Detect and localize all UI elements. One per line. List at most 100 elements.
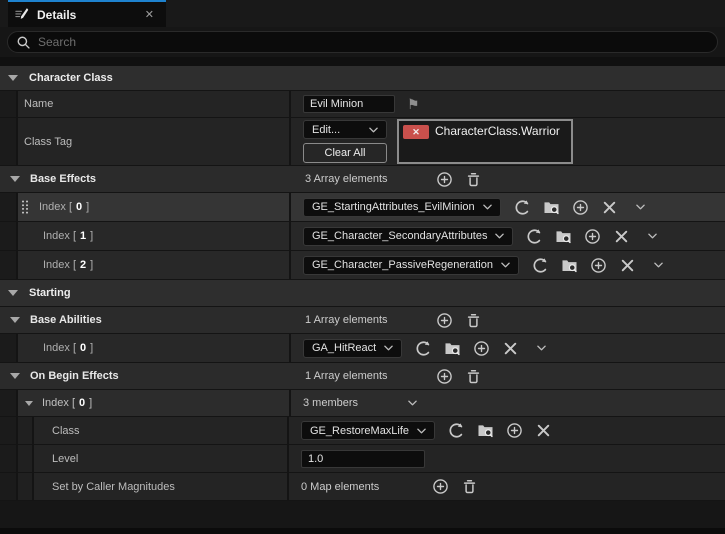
- map-count: 0 Map elements: [301, 481, 419, 493]
- name-field[interactable]: [303, 95, 395, 113]
- subcategory-base-abilities[interactable]: Base Abilities: [0, 307, 293, 333]
- clear-element-icon[interactable]: [601, 199, 618, 216]
- class-label: Class: [52, 425, 80, 437]
- index-label-close: ]: [86, 201, 89, 213]
- search-input[interactable]: [38, 35, 709, 49]
- add-element-icon[interactable]: [436, 368, 453, 385]
- asset-name: GE_StartingAttributes_EvilMinion: [312, 201, 475, 213]
- tab-title: Details: [37, 8, 141, 22]
- indent-gutter: [0, 417, 18, 444]
- insert-element-icon[interactable]: [572, 199, 589, 216]
- use-selected-icon[interactable]: [526, 228, 543, 245]
- element-options-icon[interactable]: [648, 233, 657, 239]
- indent-gutter: [0, 118, 18, 165]
- subcategory-title: Base Abilities: [30, 314, 102, 326]
- array-count: 1 Array elements: [305, 314, 423, 326]
- delete-all-icon[interactable]: [465, 368, 482, 385]
- add-element-icon[interactable]: [436, 312, 453, 329]
- struct-options-icon[interactable]: [408, 400, 417, 406]
- asset-name: GE_RestoreMaxLife: [310, 425, 409, 437]
- asset-dropdown[interactable]: GE_RestoreMaxLife: [301, 421, 435, 440]
- class-tag-label: Class Tag: [24, 136, 72, 148]
- details-pen-icon: [14, 7, 29, 22]
- asset-dropdown[interactable]: GE_Character_PassiveRegeneration: [303, 256, 519, 275]
- subcategory-on-begin-effects[interactable]: On Begin Effects: [0, 363, 293, 389]
- clear-element-icon[interactable]: [619, 257, 636, 274]
- use-selected-icon[interactable]: [415, 340, 432, 357]
- asset-dropdown[interactable]: GE_StartingAttributes_EvilMinion: [303, 198, 501, 217]
- browse-asset-icon[interactable]: [477, 422, 494, 439]
- browse-asset-icon[interactable]: [543, 199, 560, 216]
- index-number: 0: [79, 397, 85, 409]
- tab-details[interactable]: Details ✕: [8, 0, 166, 27]
- row-on-begin-effects-0[interactable]: Index [0] 3 members: [0, 390, 725, 417]
- category-starting[interactable]: Starting: [0, 280, 725, 307]
- category-title: Starting: [29, 287, 71, 299]
- insert-element-icon[interactable]: [584, 228, 601, 245]
- row-base-abilities-0[interactable]: Index [0] GA_HitReact: [0, 334, 725, 363]
- search-icon: [16, 35, 31, 50]
- asset-dropdown[interactable]: GA_HitReact: [303, 339, 402, 358]
- insert-element-icon[interactable]: [590, 257, 607, 274]
- drag-handle-icon[interactable]: [21, 199, 29, 215]
- empty-area: [0, 501, 725, 528]
- magnitudes-label: Set by Caller Magnitudes: [52, 481, 175, 493]
- flag-icon: ⚑: [407, 96, 420, 113]
- row-base-effects-0[interactable]: Index [0] GE_StartingAttributes_EvilMini…: [0, 193, 725, 222]
- clear-element-icon[interactable]: [535, 422, 552, 439]
- row-effect-level: Level: [0, 445, 725, 473]
- browse-asset-icon[interactable]: [555, 228, 572, 245]
- tab-bar: Details ✕: [0, 0, 725, 27]
- search-row: [0, 27, 725, 57]
- edit-tag-dropdown[interactable]: Edit...: [303, 120, 387, 139]
- search-box[interactable]: [7, 31, 718, 53]
- chevron-down-icon: [495, 233, 504, 239]
- row-base-effects-header: Base Effects 3 Array elements: [0, 166, 725, 193]
- chevron-expanded-icon: [10, 317, 20, 323]
- row-set-by-caller-magnitudes: Set by Caller Magnitudes 0 Map elements: [0, 473, 725, 501]
- insert-element-icon[interactable]: [473, 340, 490, 357]
- element-options-icon[interactable]: [654, 262, 663, 268]
- delete-all-icon[interactable]: [465, 312, 482, 329]
- clear-element-icon[interactable]: [502, 340, 519, 357]
- asset-name: GE_Character_SecondaryAttributes: [312, 230, 487, 242]
- subcategory-base-effects[interactable]: Base Effects: [0, 166, 293, 192]
- element-options-icon[interactable]: [537, 345, 546, 351]
- clear-element-icon[interactable]: [613, 228, 630, 245]
- use-selected-icon[interactable]: [514, 199, 531, 216]
- indent-gutter: [18, 417, 34, 444]
- index-label: Index [: [39, 201, 72, 213]
- level-field[interactable]: [301, 450, 425, 468]
- index-label-close: ]: [90, 230, 93, 242]
- use-selected-icon[interactable]: [532, 257, 549, 274]
- details-panel: Details ✕ Character Class Name ⚑ Class T…: [0, 0, 725, 534]
- insert-element-icon[interactable]: [506, 422, 523, 439]
- array-count: 1 Array elements: [305, 370, 423, 382]
- add-element-icon[interactable]: [436, 171, 453, 188]
- row-base-effects-1[interactable]: Index [1] GE_Character_SecondaryAttribut…: [0, 222, 725, 251]
- asset-dropdown[interactable]: GE_Character_SecondaryAttributes: [303, 227, 513, 246]
- chevron-down-icon: [417, 428, 426, 434]
- tag-value: CharacterClass.Warrior: [435, 124, 560, 138]
- element-options-icon[interactable]: [636, 204, 645, 210]
- panel-bottom-edge: [0, 528, 725, 534]
- browse-asset-icon[interactable]: [444, 340, 461, 357]
- index-label: Index [: [43, 230, 76, 242]
- divider: [0, 57, 725, 66]
- close-icon[interactable]: ✕: [141, 8, 158, 21]
- array-count: 3 Array elements: [305, 173, 423, 185]
- indent-gutter: [0, 251, 18, 279]
- clear-all-button[interactable]: Clear All: [303, 143, 387, 163]
- delete-all-icon[interactable]: [465, 171, 482, 188]
- indent-gutter: [0, 222, 18, 250]
- add-element-icon[interactable]: [432, 478, 449, 495]
- remove-tag-button[interactable]: ✕: [403, 125, 429, 139]
- row-base-effects-2[interactable]: Index [2] GE_Character_PassiveRegenerati…: [0, 251, 725, 280]
- index-number: 0: [80, 342, 86, 354]
- chevron-expanded-icon: [8, 75, 18, 81]
- browse-asset-icon[interactable]: [561, 257, 578, 274]
- asset-name: GA_HitReact: [312, 342, 376, 354]
- delete-all-icon[interactable]: [461, 478, 478, 495]
- use-selected-icon[interactable]: [448, 422, 465, 439]
- category-character-class[interactable]: Character Class: [0, 66, 725, 91]
